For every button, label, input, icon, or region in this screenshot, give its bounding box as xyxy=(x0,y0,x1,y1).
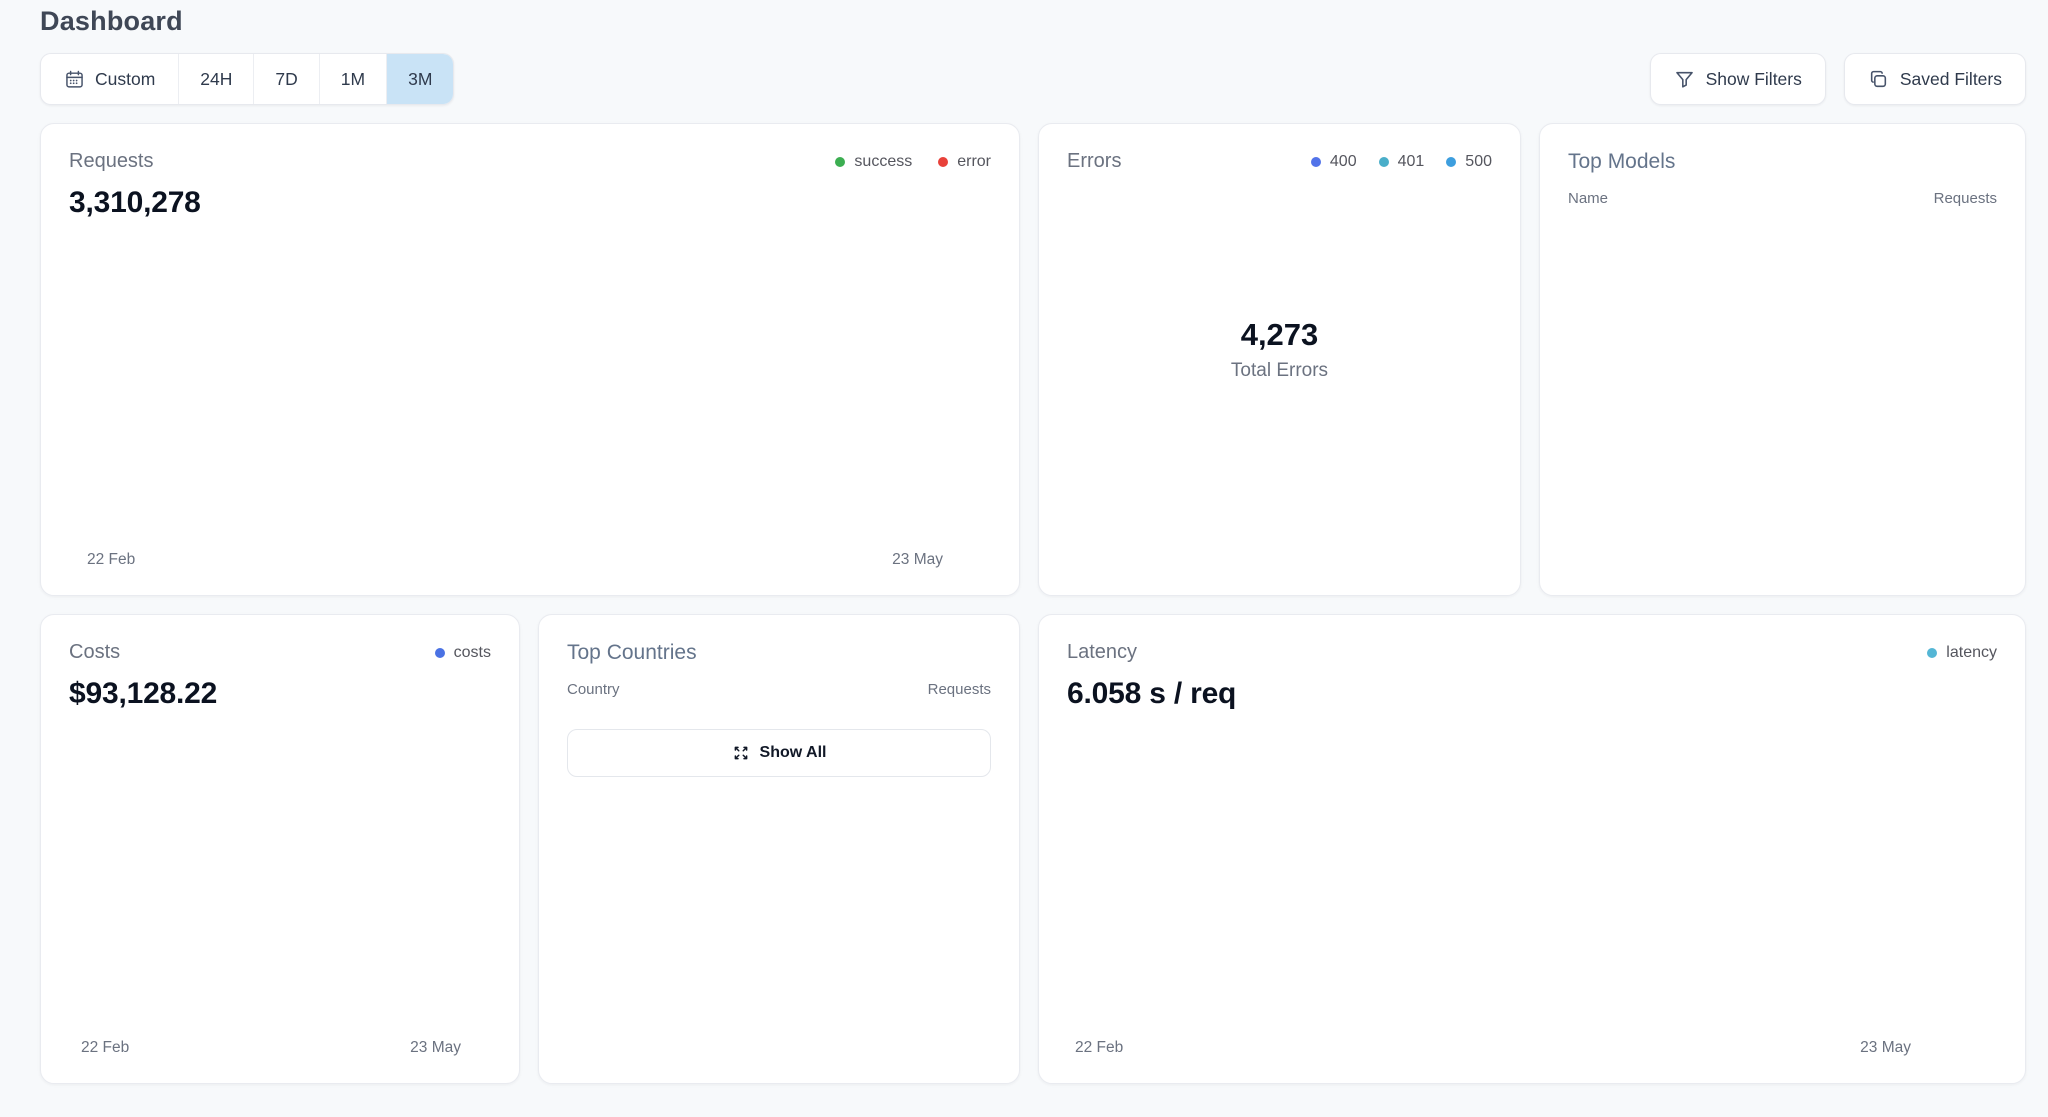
latency-chart xyxy=(1075,816,1911,1030)
range-button-label: 3M xyxy=(408,69,432,90)
range-button-label: Custom xyxy=(95,69,155,90)
legend-dot-icon xyxy=(1311,157,1321,167)
costs-total-value: $93,128.22 xyxy=(69,677,491,711)
legend-item: 401 xyxy=(1379,153,1425,171)
costs-card: Costs costs $93,128.22 22 Feb 23 May xyxy=(40,614,520,1084)
errors-donut-chart: 4,273 Total Errors xyxy=(1122,191,1438,507)
x-axis-start-label: 22 Feb xyxy=(1075,1039,1123,1057)
column-header-requests: Requests xyxy=(928,681,991,698)
total-errors-value: 4,273 xyxy=(1241,317,1319,353)
requests-legend: success error xyxy=(835,153,991,171)
top-countries-header: Country Requests xyxy=(567,681,991,698)
toolbar-right: Show Filters Saved Filters xyxy=(1650,53,2026,105)
expand-icon xyxy=(732,744,750,762)
latency-card: Latency latency 6.058 s / req 22 Feb 23 … xyxy=(1038,614,2026,1084)
costs-card-title: Costs xyxy=(69,641,120,664)
range-button-custom[interactable]: Custom xyxy=(41,54,178,104)
legend-label: 400 xyxy=(1330,153,1357,171)
errors-card-title: Errors xyxy=(1067,150,1121,173)
latency-value: 6.058 s / req xyxy=(1067,677,1997,711)
show-all-label: Show All xyxy=(760,744,827,762)
range-button-24h[interactable]: 24H xyxy=(178,54,253,104)
legend-item: 500 xyxy=(1446,153,1492,171)
legend-dot-icon xyxy=(1927,648,1937,658)
cards-row-2: Costs costs $93,128.22 22 Feb 23 May Top… xyxy=(40,614,2048,1084)
total-errors-label: Total Errors xyxy=(1231,360,1328,382)
requests-card-title: Requests xyxy=(69,150,154,173)
legend-label: error xyxy=(957,153,991,171)
page-title: Dashboard xyxy=(40,6,2048,37)
legend-dot-icon xyxy=(1379,157,1389,167)
latency-card-title: Latency xyxy=(1067,641,1137,664)
column-header-name: Name xyxy=(1568,190,1608,207)
legend-item: 400 xyxy=(1311,153,1357,171)
x-axis-end-label: 23 May xyxy=(410,1039,461,1057)
funnel-icon xyxy=(1674,69,1695,90)
top-countries-card: Top Countries Country Requests Show All xyxy=(538,614,1020,1084)
costs-legend: costs xyxy=(435,644,491,662)
requests-chart xyxy=(87,330,943,542)
time-range-selector: Custom 24H 7D 1M 3M xyxy=(40,53,454,105)
legend-item: error xyxy=(938,153,991,171)
range-button-7d[interactable]: 7D xyxy=(253,54,318,104)
x-axis-end-label: 23 May xyxy=(892,551,943,569)
column-header-country: Country xyxy=(567,681,620,698)
column-header-requests: Requests xyxy=(1934,190,1997,207)
legend-label: 500 xyxy=(1465,153,1492,171)
legend-label: success xyxy=(854,153,912,171)
requests-x-axis: 22 Feb 23 May xyxy=(87,551,943,569)
legend-dot-icon xyxy=(938,157,948,167)
costs-x-axis: 22 Feb 23 May xyxy=(81,1039,461,1057)
legend-label: costs xyxy=(454,644,491,662)
requests-card: Requests success error 3,310,278 22 Feb 2… xyxy=(40,123,1020,596)
errors-card: Errors 400 401 500 4,273 Total Errors xyxy=(1038,123,1521,596)
x-axis-start-label: 22 Feb xyxy=(87,551,135,569)
calendar-icon xyxy=(64,69,85,90)
range-button-label: 1M xyxy=(341,69,365,90)
range-button-label: 7D xyxy=(275,69,297,90)
legend-label: latency xyxy=(1946,644,1997,662)
legend-label: 401 xyxy=(1398,153,1425,171)
requests-total-value: 3,310,278 xyxy=(69,186,991,220)
show-filters-label: Show Filters xyxy=(1706,69,1802,90)
legend-dot-icon xyxy=(835,157,845,167)
cards-row-1: Requests success error 3,310,278 22 Feb 2… xyxy=(40,123,2048,596)
copy-stack-icon xyxy=(1868,69,1889,90)
x-axis-start-label: 22 Feb xyxy=(81,1039,129,1057)
show-filters-button[interactable]: Show Filters xyxy=(1650,53,1826,105)
errors-legend: 400 401 500 xyxy=(1311,153,1492,171)
legend-item: latency xyxy=(1927,644,1997,662)
show-all-button[interactable]: Show All xyxy=(567,729,991,777)
errors-donut-center: 4,273 Total Errors xyxy=(1122,191,1438,507)
x-axis-end-label: 23 May xyxy=(1860,1039,1911,1057)
legend-item: costs xyxy=(435,644,491,662)
range-button-3m[interactable]: 3M xyxy=(386,54,453,104)
legend-dot-icon xyxy=(1446,157,1456,167)
toolbar: Custom 24H 7D 1M 3M Show Filters Saved Filte… xyxy=(40,53,2026,105)
latency-legend: latency xyxy=(1927,644,1997,662)
costs-chart xyxy=(81,818,461,1030)
top-models-card: Top Models Name Requests xyxy=(1539,123,2026,596)
top-countries-title: Top Countries xyxy=(567,641,991,665)
range-button-label: 24H xyxy=(200,69,232,90)
top-models-title: Top Models xyxy=(1568,150,1997,174)
range-button-1m[interactable]: 1M xyxy=(319,54,386,104)
saved-filters-label: Saved Filters xyxy=(1900,69,2002,90)
top-models-header: Name Requests xyxy=(1568,190,1997,207)
latency-x-axis: 22 Feb 23 May xyxy=(1075,1039,1911,1057)
legend-item: success xyxy=(835,153,912,171)
saved-filters-button[interactable]: Saved Filters xyxy=(1844,53,2026,105)
legend-dot-icon xyxy=(435,648,445,658)
